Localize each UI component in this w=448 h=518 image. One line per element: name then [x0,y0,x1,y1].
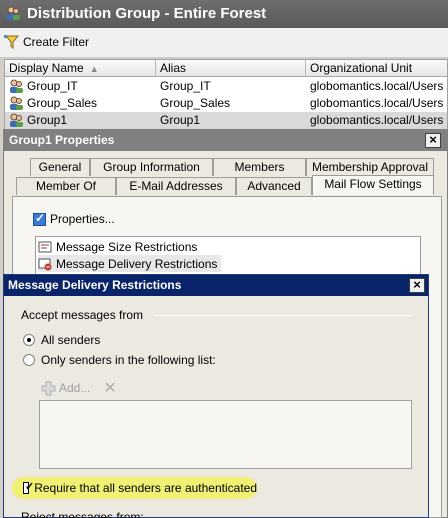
close-icon: × [429,132,437,147]
all-senders-radio[interactable]: All senders [23,332,100,348]
column-display-name[interactable]: Display Name ▲ [5,60,156,77]
group-icon [10,96,23,110]
only-senders-radio[interactable]: Only senders in the following list: [23,352,216,368]
sort-ascending-icon: ▲ [89,64,99,74]
delivery-dialog-title: Message Delivery Restrictions [4,275,428,296]
console-title: Distribution Group - Entire Forest [27,5,267,22]
tab-mail-flow-settings[interactable]: Mail Flow Settings [312,175,434,195]
cell-ou: globomantics.local/Users [310,79,444,93]
properties-title: Group1 Properties [4,130,447,151]
column-alias[interactable]: Alias [156,60,306,77]
filter-icon [4,35,20,50]
cell-display-name: Group_Sales [27,96,98,110]
close-icon: × [413,277,421,292]
properties-icon: ✓ [33,210,46,226]
tab-membership-approval[interactable]: Membership Approval [306,158,434,176]
create-filter-label: Create Filter [23,35,90,49]
delete-icon: ✕ [103,380,117,397]
cell-display-name: Group1 [27,113,68,127]
require-auth-label: Require that all senders are authenticat… [34,481,257,495]
radio-selected [23,334,35,346]
properties-button[interactable]: ✓ Properties... [33,210,115,228]
require-auth-checkbox[interactable]: ✓ Require that all senders are authentic… [12,477,257,499]
group-icon [10,113,23,127]
size-restriction-icon [38,241,52,252]
reject-group-label: Reject messages from: [21,510,144,518]
group-list: Display Name ▲ Alias Organizational Unit … [4,59,448,129]
cell-ou: globomantics.local/Users [310,113,444,127]
group-icon [10,79,23,93]
tab-group-information[interactable]: Group Information [90,158,213,176]
accept-group-label: Accept messages from [21,308,144,322]
table-row[interactable]: Group_IT Group_IT globomantics.local/Use… [5,78,447,95]
cell-alias: Group_Sales [160,96,231,110]
delivery-restrictions-dialog: Message Delivery Restrictions × Accept m… [3,274,429,518]
table-row-selected[interactable]: Group1 Group1 globomantics.local/Users [5,112,447,129]
table-row[interactable]: Group_Sales Group_Sales globomantics.loc… [5,95,447,112]
grid-header: Display Name ▲ Alias Organizational Unit [5,60,447,77]
delivery-restriction-icon [38,258,52,270]
remove-sender-button[interactable]: ✕ [103,378,116,398]
column-ou[interactable]: Organizational Unit [306,60,448,77]
properties-button-label: Properties... [50,212,115,226]
close-button[interactable]: × [409,278,425,293]
add-icon [41,381,56,395]
group-icon [7,6,20,20]
list-item-message-size[interactable]: Message Size Restrictions [38,238,201,255]
restrictions-list: Message Size Restrictions Message Delive… [35,236,421,276]
console-titlebar: Distribution Group - Entire Forest [0,0,448,28]
divider [154,315,412,316]
tab-member-of[interactable]: Member Of [16,177,116,195]
tab-members[interactable]: Members [213,158,306,176]
cell-display-name: Group_IT [27,79,78,93]
checkbox-checked: ✓ [23,481,35,494]
cell-ou: globomantics.local/Users [310,96,444,110]
radio-unselected [23,354,35,366]
close-button[interactable]: × [425,133,441,148]
senders-list[interactable] [39,400,412,469]
list-item-message-delivery[interactable]: Message Delivery Restrictions [38,255,222,272]
add-sender-button[interactable]: Add... [41,381,90,396]
tab-general[interactable]: General [30,158,90,176]
toolbar: Create Filter [0,28,448,58]
cell-alias: Group_IT [160,79,211,93]
sender-actions: Add... ✕ [41,379,117,397]
cell-alias: Group1 [160,113,201,127]
create-filter-button[interactable]: Create Filter [4,31,89,53]
tab-advanced[interactable]: Advanced [236,177,312,195]
tab-email-addresses[interactable]: E-Mail Addresses [116,177,236,195]
